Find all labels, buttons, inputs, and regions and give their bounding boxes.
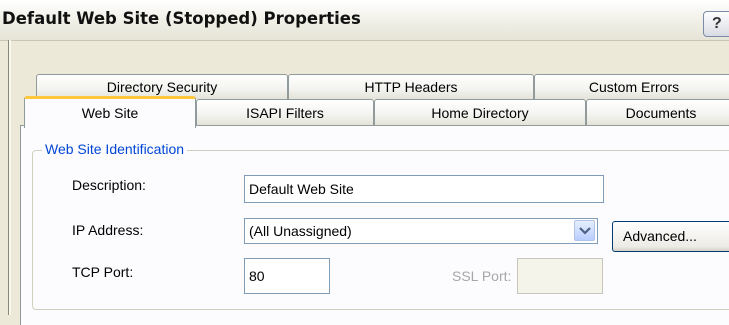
tab-label: HTTP Headers: [364, 79, 458, 95]
tab-label: Documents: [625, 105, 697, 121]
group-legend: Web Site Identification: [42, 141, 188, 157]
tab-label: Home Directory: [431, 105, 529, 121]
ip-address-dropdown-button[interactable]: [574, 220, 595, 241]
tab-documents[interactable]: Documents: [586, 99, 729, 125]
advanced-button[interactable]: Advanced...: [612, 221, 729, 252]
tab-label: Web Site: [81, 105, 139, 121]
description-label: Description:: [72, 177, 146, 193]
ip-address-label: IP Address:: [72, 222, 144, 238]
tab-label: Custom Errors: [588, 79, 680, 95]
dialog-frame-left: [8, 40, 11, 315]
help-button[interactable]: ?: [703, 11, 729, 37]
description-field[interactable]: Default Web Site: [244, 175, 604, 203]
tab-isapi-filters[interactable]: ISAPI Filters: [196, 99, 374, 125]
ssl-port-field: [517, 258, 603, 294]
tcp-port-field[interactable]: 80: [244, 258, 330, 294]
tab-home-directory[interactable]: Home Directory: [374, 99, 586, 125]
tab-http-headers[interactable]: HTTP Headers: [288, 74, 534, 99]
window-title: Default Web Site (Stopped) Properties: [2, 9, 361, 28]
ssl-port-label: SSL Port:: [452, 268, 512, 284]
tab-web-site[interactable]: Web Site: [24, 96, 196, 128]
ip-address-select[interactable]: (All Unassigned): [244, 218, 598, 244]
chevron-down-icon: [579, 227, 591, 235]
tcp-port-label: TCP Port:: [72, 264, 134, 280]
title-bar: Default Web Site (Stopped) Properties ?: [0, 0, 729, 41]
tab-custom-errors[interactable]: Custom Errors: [534, 74, 729, 99]
tab-label: ISAPI Filters: [246, 105, 324, 121]
